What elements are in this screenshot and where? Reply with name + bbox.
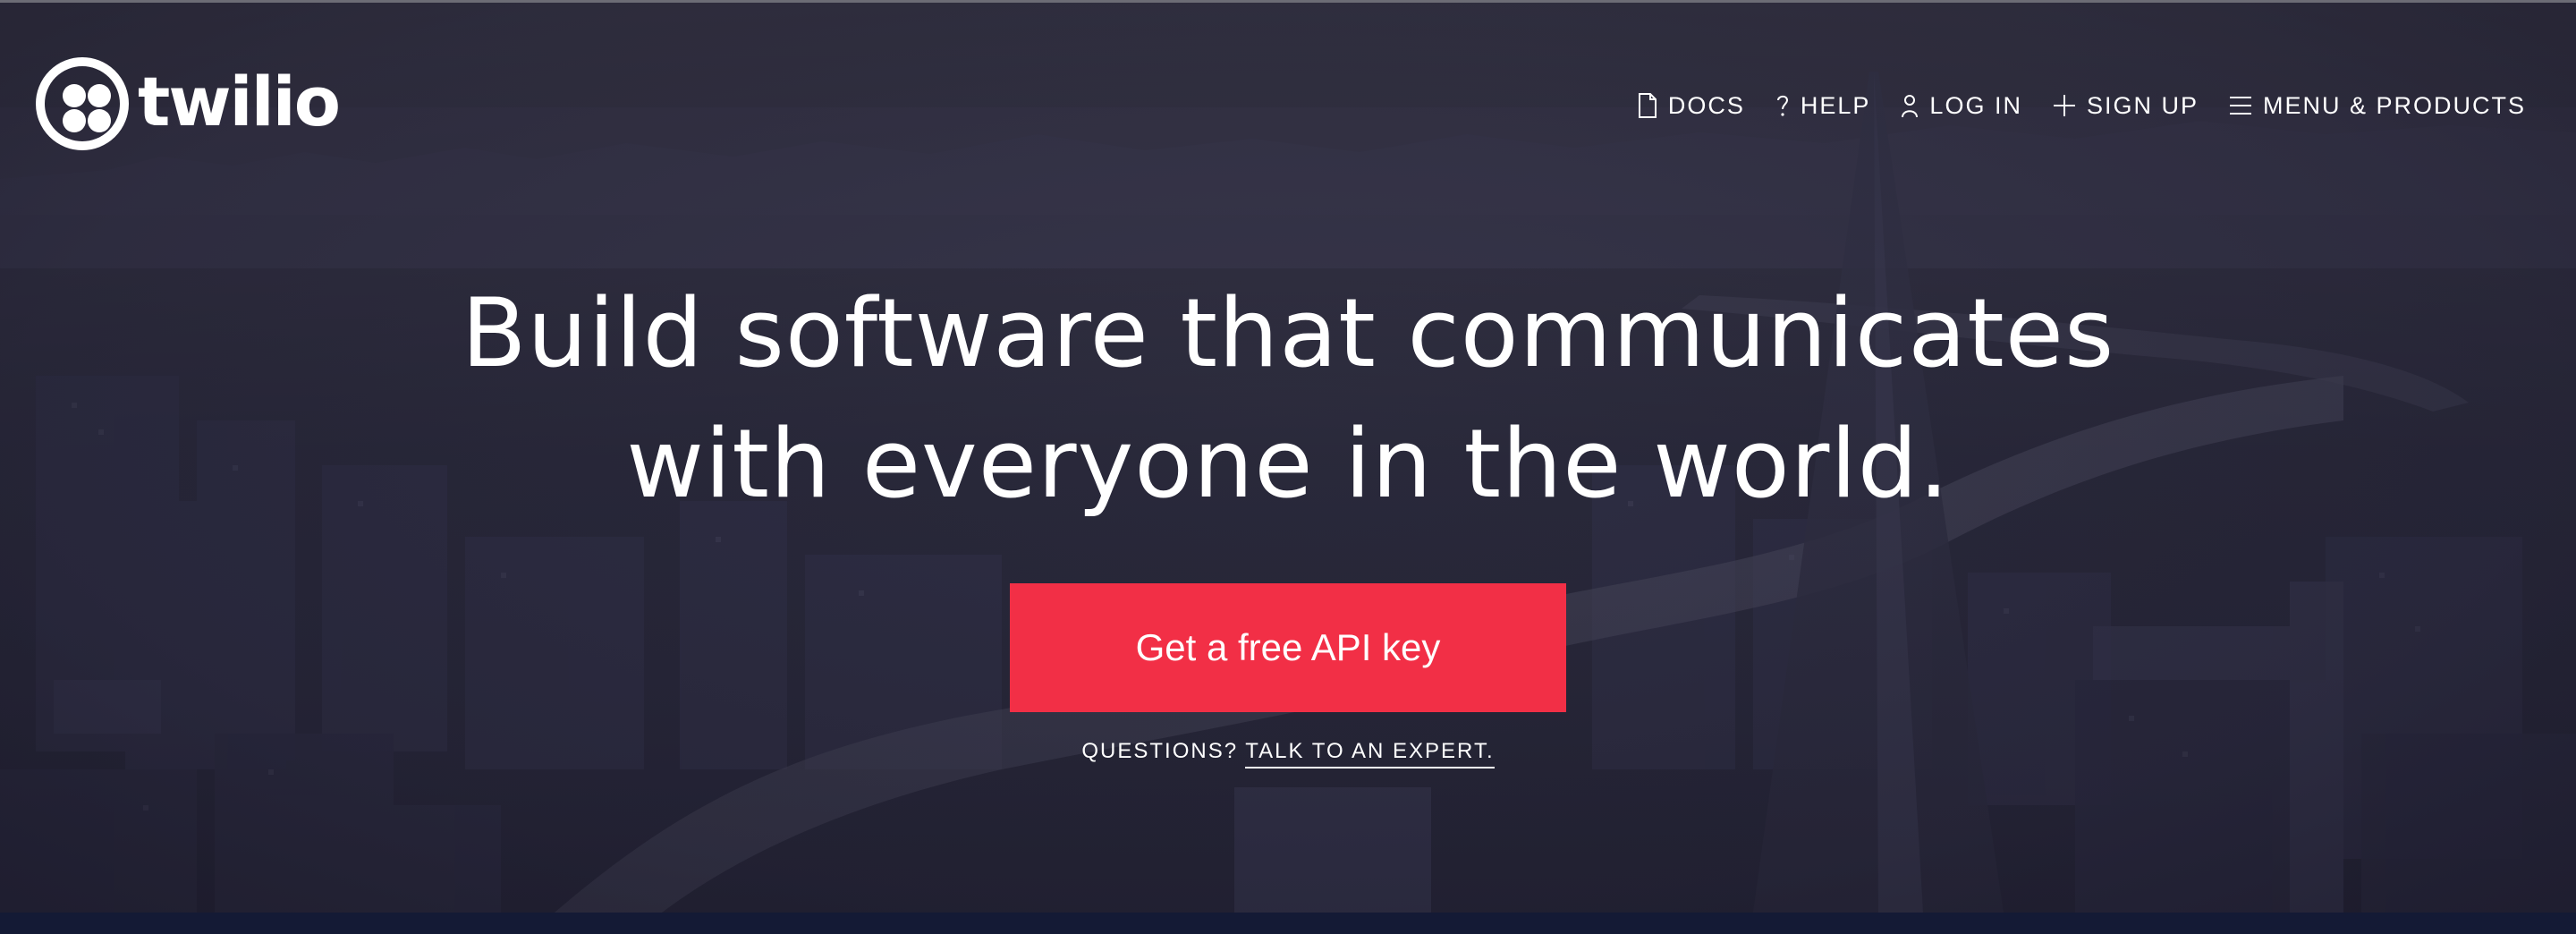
bottom-band [0, 913, 2576, 934]
nav-help-link[interactable]: HELP [1775, 92, 1871, 120]
talk-to-expert-link[interactable]: TALK TO AN EXPERT. [1245, 739, 1495, 768]
nav-docs-link[interactable]: DOCS [1638, 92, 1745, 120]
expert-link-period: . [1486, 739, 1495, 763]
hero-headline-line-2: with everyone in the world. [626, 409, 1950, 519]
nav-login-link[interactable]: LOG IN [1901, 92, 2022, 120]
hero-headline-line-1: Build software that communicates [461, 278, 2115, 388]
document-icon [1638, 93, 1657, 118]
user-icon [1902, 95, 1919, 118]
hero-headline: Build software that communicates with ev… [0, 268, 2576, 530]
get-api-key-button[interactable]: Get a free API key [1010, 583, 1566, 712]
nav-help-label: HELP [1800, 91, 1871, 119]
menu-icon [2229, 97, 2251, 115]
nav-menu-products-label: MENU & PRODUCTS [2262, 91, 2526, 119]
question-icon [1776, 95, 1788, 116]
questions-line: QUESTIONS? TALK TO AN EXPERT. [0, 739, 2576, 768]
nav-login-label: LOG IN [1929, 91, 2022, 119]
top-border [0, 0, 2576, 3]
talk-to-expert-label: TALK TO AN EXPERT [1245, 739, 1487, 763]
page: twilio DOCS HELP LOG IN SIGN UP MENU & P… [0, 0, 2576, 934]
nav-signup-label: SIGN UP [2086, 91, 2199, 119]
nav-docs-label: DOCS [1667, 91, 1745, 119]
top-nav: DOCS HELP LOG IN SIGN UP MENU & PRODUCTS [1607, 86, 2526, 125]
nav-signup-link[interactable]: SIGN UP [2053, 92, 2199, 120]
twilio-logo-icon [36, 57, 129, 150]
logo-wordmark: twilio [138, 62, 341, 141]
twilio-logo[interactable]: twilio [36, 57, 341, 150]
plus-icon [2053, 95, 2075, 116]
questions-label: QUESTIONS? [1081, 739, 1239, 763]
nav-menu-products-link[interactable]: MENU & PRODUCTS [2229, 92, 2526, 120]
